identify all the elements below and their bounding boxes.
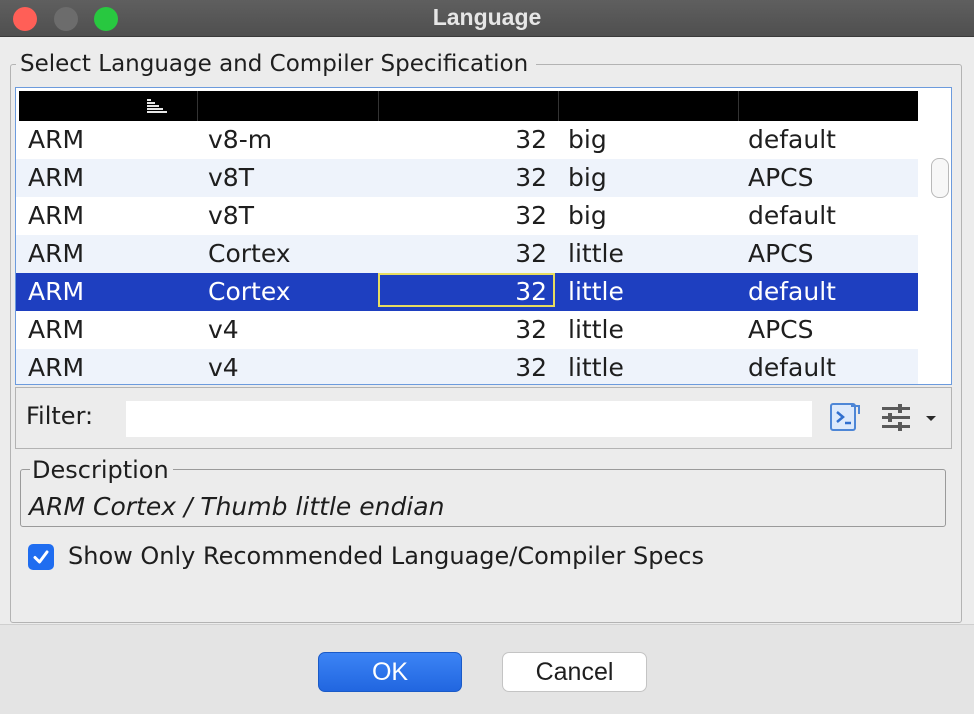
vertical-scrollbar[interactable]	[922, 88, 951, 384]
title-bar: Language	[0, 0, 974, 37]
cell-variant: v8T	[208, 201, 254, 230]
ok-button[interactable]: OK	[318, 652, 462, 692]
table-row-selected[interactable]: ARM Cortex 32 little default	[16, 273, 918, 311]
scrollbar-thumb[interactable]	[931, 158, 949, 198]
cell-size: 32	[515, 239, 547, 268]
cancel-button[interactable]: Cancel	[502, 652, 647, 692]
filter-input[interactable]	[126, 401, 812, 437]
table-row[interactable]: ARM v4 32 little default	[16, 349, 918, 384]
window-title: Language	[432, 4, 542, 30]
description-title: Description	[30, 456, 173, 484]
filter-options-icon[interactable]	[880, 400, 914, 438]
cell-processor: ARM	[28, 315, 85, 344]
cell-size: 32	[515, 163, 547, 192]
cell-endian: little	[568, 239, 624, 268]
table-row[interactable]: ARM Cortex 32 little APCS	[16, 235, 918, 273]
column-header-variant[interactable]	[198, 91, 379, 121]
cell-size: 32	[515, 125, 547, 154]
cell-processor: ARM	[28, 239, 85, 268]
cell-size: 32	[515, 315, 547, 344]
cell-variant: v8-m	[208, 125, 273, 154]
sort-ascending-icon	[147, 99, 167, 113]
chevron-down-icon[interactable]	[924, 408, 938, 427]
cell-endian: little	[568, 353, 624, 382]
column-header-size[interactable]	[379, 91, 559, 121]
cell-size: 32	[515, 201, 547, 230]
table-row[interactable]: ARM v8T 32 big default	[16, 197, 918, 235]
table-row[interactable]: ARM v8-m 32 big default	[16, 121, 918, 159]
cell-variant: Cortex	[208, 239, 291, 268]
language-group-title: Select Language and Compiler Specificati…	[16, 51, 537, 77]
cell-variant: v8T	[208, 163, 254, 192]
column-header-processor[interactable]	[19, 91, 198, 121]
cell-endian: little	[568, 277, 624, 306]
cell-size: 32	[515, 277, 547, 306]
column-header-endian[interactable]	[559, 91, 739, 121]
dialog-content: Select Language and Compiler Specificati…	[0, 37, 974, 624]
filter-label: Filter:	[26, 402, 94, 430]
cell-size: 32	[515, 353, 547, 382]
language-table[interactable]: ARM v8-m 32 big default ARM v8T 32 big A…	[15, 87, 952, 385]
clear-filter-icon[interactable]	[828, 400, 862, 438]
cell-endian: big	[568, 201, 607, 230]
cell-compiler: default	[748, 353, 836, 382]
cell-processor: ARM	[28, 163, 85, 192]
cell-variant: v4	[208, 315, 239, 344]
cell-compiler: default	[748, 277, 836, 306]
filter-bar: Filter:	[15, 387, 952, 449]
cell-variant: Cortex	[208, 277, 291, 306]
button-bar: OK Cancel	[0, 625, 974, 714]
cell-endian: big	[568, 163, 607, 192]
checkmark-icon	[33, 550, 49, 564]
recommended-only-label[interactable]: Show Only Recommended Language/Compiler …	[68, 542, 704, 570]
cell-compiler: default	[748, 125, 836, 154]
cell-endian: little	[568, 315, 624, 344]
column-header-compiler[interactable]	[739, 91, 918, 121]
cell-compiler: default	[748, 201, 836, 230]
cell-compiler: APCS	[748, 239, 814, 268]
cell-endian: big	[568, 125, 607, 154]
table-header	[19, 91, 918, 121]
cell-variant: v4	[208, 353, 239, 382]
description-text: ARM Cortex / Thumb little endian	[29, 492, 445, 521]
cell-processor: ARM	[28, 353, 85, 382]
cell-compiler: APCS	[748, 163, 814, 192]
cell-compiler: APCS	[748, 315, 814, 344]
table-row[interactable]: ARM v8T 32 big APCS	[16, 159, 918, 197]
cell-processor: ARM	[28, 201, 85, 230]
table-row[interactable]: ARM v4 32 little APCS	[16, 311, 918, 349]
cell-processor: ARM	[28, 277, 85, 306]
recommended-only-checkbox[interactable]	[28, 544, 54, 570]
cell-processor: ARM	[28, 125, 85, 154]
